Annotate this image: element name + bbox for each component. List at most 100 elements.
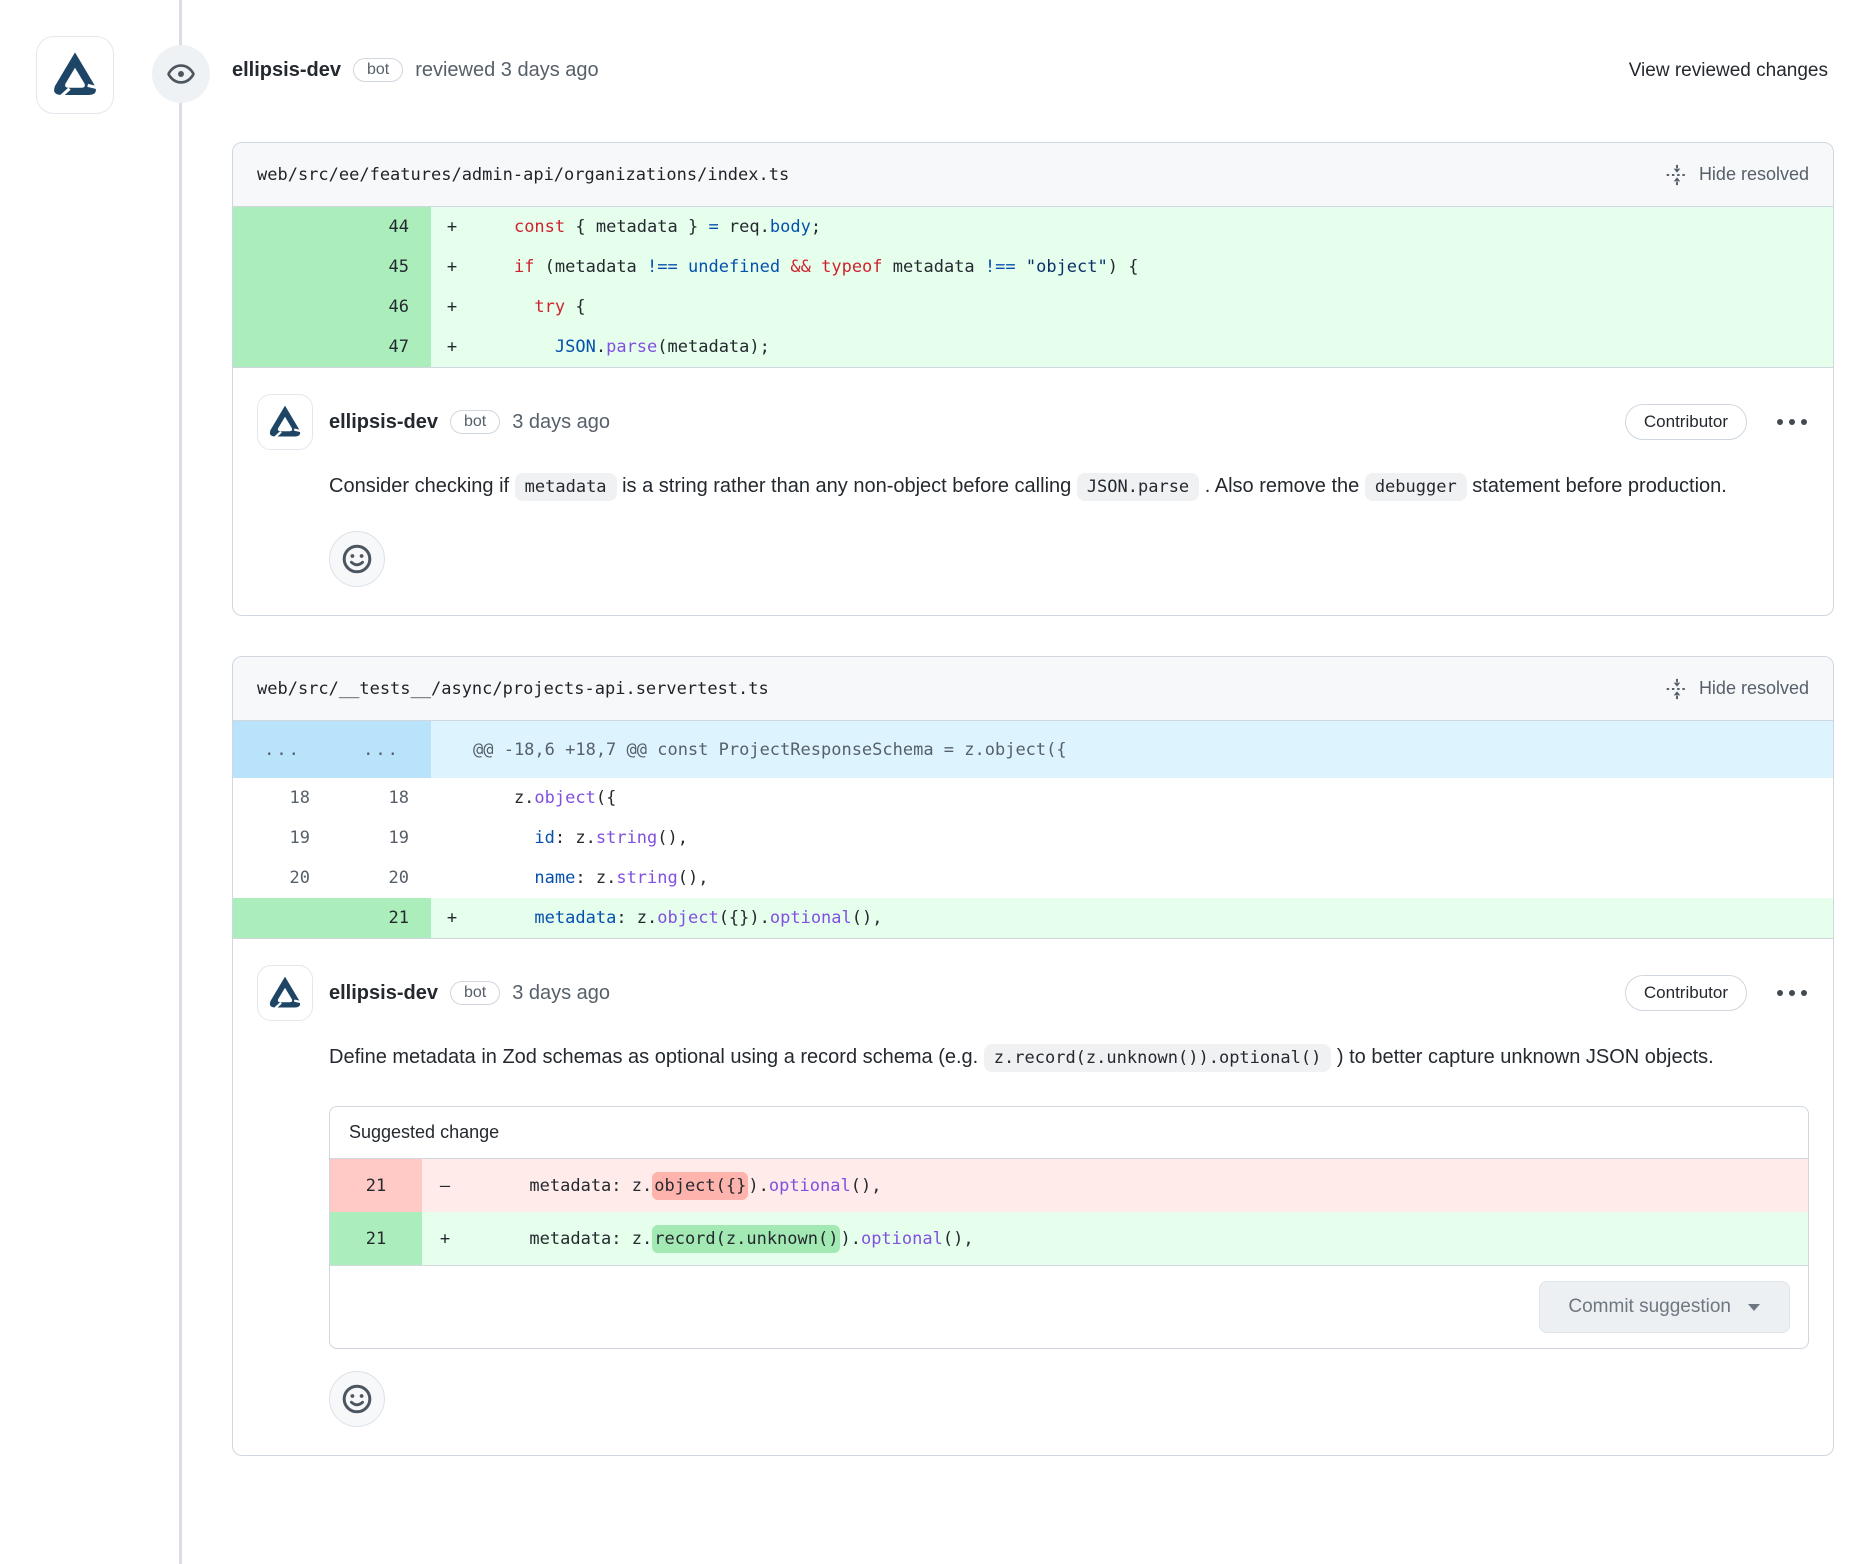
diff-sign: + [431, 207, 473, 247]
diff-sign: + [431, 898, 473, 938]
comment-timestamp[interactable]: 3 days ago [512, 982, 610, 1005]
hunk-header-text: @@ -18,6 +18,7 @@ const ProjectResponseS… [473, 721, 1833, 778]
code-line: const { metadata } = req.body; [473, 207, 1833, 247]
old-line-number [233, 287, 332, 327]
kebab-menu-button[interactable] [1775, 411, 1809, 433]
diff-sign: + [422, 1212, 468, 1265]
hide-resolved-button[interactable]: Hide resolved [1666, 164, 1809, 186]
ellipsis-logo-icon [46, 46, 104, 104]
code-line: id: z.string(), [473, 818, 1833, 858]
smiley-icon [341, 543, 373, 575]
comment-body: Consider checking if metadata is a strin… [329, 464, 1809, 509]
comment-header: ellipsis-dev bot 3 days ago Contributor [257, 394, 1809, 450]
code-line: if (metadata !== undefined && typeof met… [473, 247, 1833, 287]
suggested-change-title: Suggested change [330, 1107, 1808, 1159]
diff-line[interactable]: 20 20 name: z.string(), [233, 858, 1833, 898]
suggestion-added-line: 21 + metadata: z.record(z.unknown()).opt… [330, 1212, 1808, 1265]
bot-badge: bot [450, 410, 500, 434]
fold-icon [1666, 678, 1688, 700]
diff-block: ... ... @@ -18,6 +18,7 @@ const ProjectR… [233, 721, 1833, 939]
commit-suggestion-button[interactable]: Commit suggestion [1539, 1281, 1790, 1333]
kebab-menu-button[interactable] [1775, 982, 1809, 1004]
file-header: web/src/ee/features/admin-api/organizati… [233, 143, 1833, 207]
comment-timestamp[interactable]: 3 days ago [512, 411, 610, 434]
reviewer-avatar[interactable] [36, 36, 114, 114]
suggested-change-block: Suggested change 21 – metadata: z.object… [329, 1106, 1809, 1349]
review-header: ellipsis-dev bot reviewed 3 days ago [232, 58, 599, 82]
new-line-number: 19 [332, 818, 431, 858]
diff-sign: + [431, 247, 473, 287]
review-comment: ellipsis-dev bot 3 days ago Contributor … [233, 939, 1833, 1455]
new-line-number: 21 [332, 898, 431, 938]
code-line: metadata: z.object({}).optional(), [473, 898, 1833, 938]
hunk-header-row[interactable]: ... ... @@ -18,6 +18,7 @@ const ProjectR… [233, 721, 1833, 778]
smiley-icon [341, 1383, 373, 1415]
old-line-number [233, 247, 332, 287]
new-line-number: 18 [332, 778, 431, 818]
diff-line[interactable]: 19 19 id: z.string(), [233, 818, 1833, 858]
contributor-badge: Contributor [1625, 975, 1747, 1011]
file-header: web/src/__tests__/async/projects-api.ser… [233, 657, 1833, 721]
view-reviewed-changes-link[interactable]: View reviewed changes [1629, 60, 1828, 82]
new-line-number: 45 [332, 247, 431, 287]
ellipsis-logo-icon [264, 972, 306, 1014]
diff-sign [431, 818, 473, 858]
diff-line[interactable]: 46 + try { [233, 287, 1833, 327]
code-line: JSON.parse(metadata); [473, 327, 1833, 367]
code-line: name: z.string(), [473, 858, 1833, 898]
hide-resolved-label: Hide resolved [1699, 678, 1809, 699]
diff-line[interactable]: 18 18 z.object({ [233, 778, 1833, 818]
diff-sign [431, 858, 473, 898]
code-line: try { [473, 287, 1833, 327]
reviewer-name[interactable]: ellipsis-dev [232, 59, 341, 82]
eye-icon [167, 60, 195, 88]
review-event-badge [152, 45, 210, 103]
code-line: z.object({ [473, 778, 1833, 818]
diff-block: 44 + const { metadata } = req.body; 45 +… [233, 207, 1833, 368]
diff-sign: – [422, 1159, 468, 1212]
diff-sign [431, 778, 473, 818]
timeline-line [179, 0, 182, 1564]
bot-badge: bot [450, 981, 500, 1005]
new-line-number: 20 [332, 858, 431, 898]
suggestion-footer: Commit suggestion [330, 1265, 1808, 1348]
new-line-number: 47 [332, 327, 431, 367]
comment-author[interactable]: ellipsis-dev [329, 982, 438, 1005]
old-line-number [233, 898, 332, 938]
add-reaction-button[interactable] [329, 1371, 385, 1427]
contributor-badge: Contributor [1625, 404, 1747, 440]
suggestion-deleted-line: 21 – metadata: z.object({}).optional(), [330, 1159, 1808, 1212]
caret-down-icon [1747, 1302, 1761, 1312]
hide-resolved-button[interactable]: Hide resolved [1666, 678, 1809, 700]
review-comment: ellipsis-dev bot 3 days ago Contributor … [233, 368, 1833, 615]
new-line-number: 44 [332, 207, 431, 247]
old-line-number: 20 [233, 858, 332, 898]
expand-dots: ... [332, 721, 431, 778]
old-line-number [233, 327, 332, 367]
file-path-link[interactable]: web/src/ee/features/admin-api/organizati… [257, 165, 789, 185]
old-line-number: 18 [233, 778, 332, 818]
file-path-link[interactable]: web/src/__tests__/async/projects-api.ser… [257, 679, 769, 699]
pull-request-review: ellipsis-dev bot reviewed 3 days ago Vie… [0, 0, 1858, 1564]
add-reaction-button[interactable] [329, 531, 385, 587]
diff-sign: + [431, 287, 473, 327]
review-action-text[interactable]: reviewed 3 days ago [415, 59, 598, 82]
bot-badge: bot [353, 58, 403, 82]
diff-line[interactable]: 47 + JSON.parse(metadata); [233, 327, 1833, 367]
diff-line[interactable]: 44 + const { metadata } = req.body; [233, 207, 1833, 247]
comment-author[interactable]: ellipsis-dev [329, 411, 438, 434]
old-line-number [233, 207, 332, 247]
review-threads: web/src/ee/features/admin-api/organizati… [232, 142, 1834, 1456]
diff-line[interactable]: 21 + metadata: z.object({}).optional(), [233, 898, 1833, 938]
new-line-number: 46 [332, 287, 431, 327]
ellipsis-logo-icon [264, 401, 306, 443]
expand-dots: ... [233, 721, 332, 778]
code-line: metadata: z.object({}).optional(), [468, 1159, 1808, 1212]
commit-suggestion-label: Commit suggestion [1568, 1296, 1731, 1318]
old-line-number: 19 [233, 818, 332, 858]
comment-avatar[interactable] [257, 965, 313, 1021]
diff-line[interactable]: 45 + if (metadata !== undefined && typeo… [233, 247, 1833, 287]
line-number: 21 [330, 1212, 422, 1265]
fold-icon [1666, 164, 1688, 186]
comment-avatar[interactable] [257, 394, 313, 450]
